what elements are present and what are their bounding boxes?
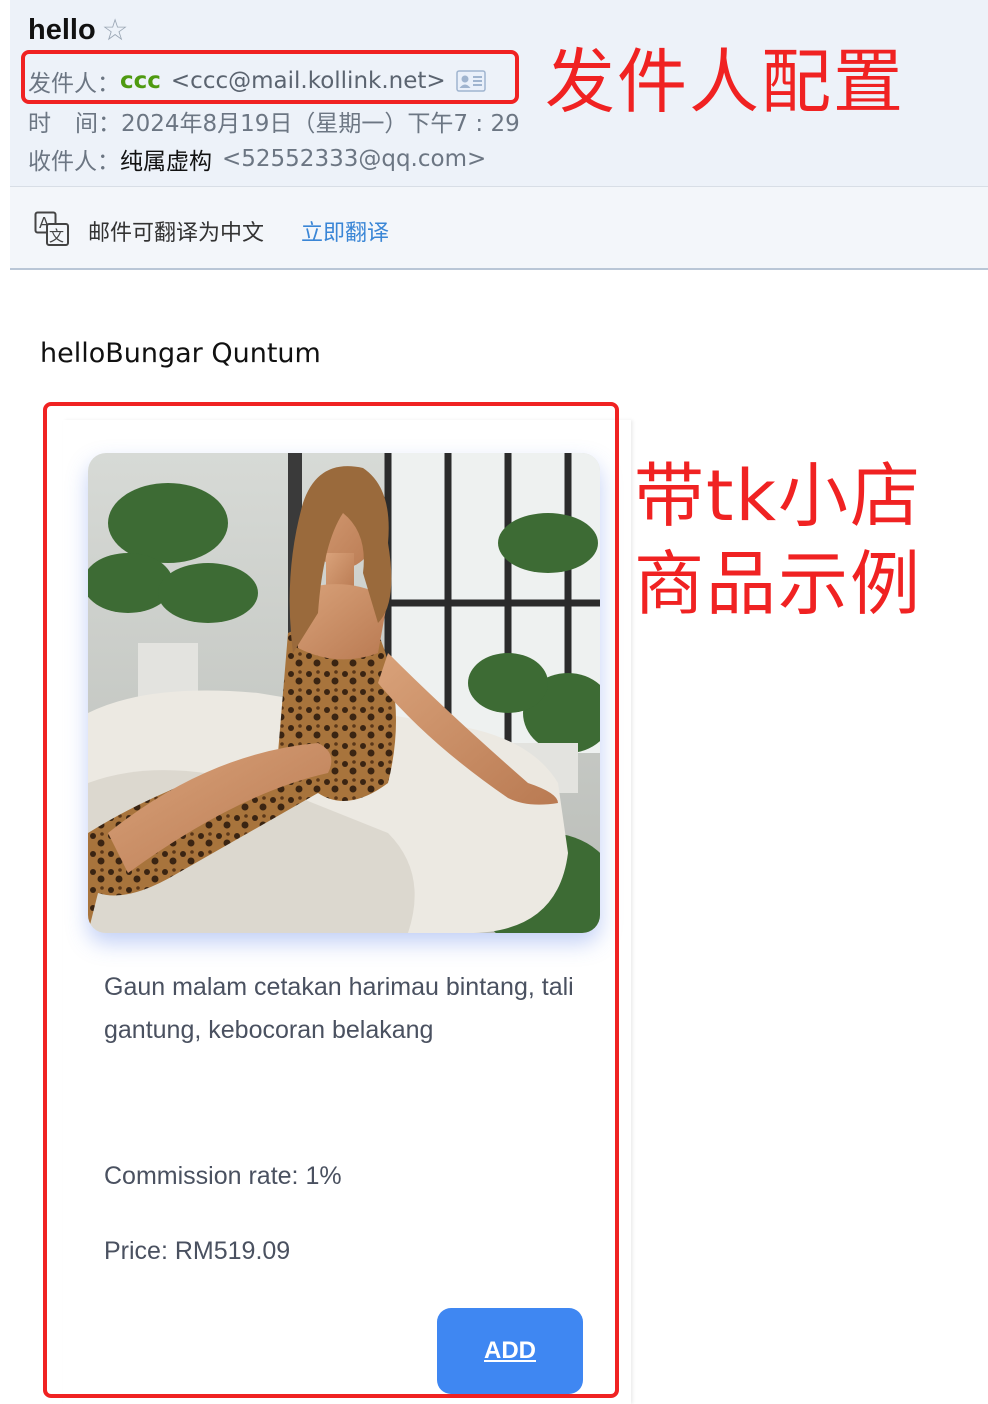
subject-row: hello ☆	[28, 14, 129, 47]
product-annotation-label: 带tk小店 商品示例	[634, 452, 922, 628]
time-value: 2024年8月19日（星期一）下午7 : 29	[121, 111, 520, 137]
sender-annotation-box	[21, 50, 519, 104]
svg-text:文: 文	[49, 227, 64, 245]
translate-hint: 邮件可翻译为中文	[88, 221, 265, 246]
recipient-label: 收件人：	[28, 149, 120, 175]
greeting-text: helloBungar Quntum	[40, 338, 321, 369]
product-annotation-line1: 带tk小店	[634, 455, 922, 537]
product-annotation-box	[43, 402, 619, 1398]
mail-subject: hello	[28, 14, 96, 46]
time-row: 时 间： 2024年8月19日（星期一）下午7 : 29	[28, 104, 520, 138]
translate-bar: A 文 邮件可翻译为中文 立即翻译	[10, 186, 988, 270]
recipient-address[interactable]: <52552333@qq.com>	[222, 146, 486, 172]
recipient-row: 收件人： 纯属虚构 <52552333@qq.com>	[28, 142, 486, 176]
product-annotation-line2: 商品示例	[634, 543, 922, 625]
translate-now-link[interactable]: 立即翻译	[301, 215, 389, 247]
time-label-1: 时	[28, 111, 51, 137]
recipient-name[interactable]: 纯属虚构	[120, 142, 212, 176]
time-label-2: 间：	[75, 111, 121, 137]
sender-annotation-label: 发件人配置	[545, 41, 905, 123]
translate-icon: A 文	[34, 211, 70, 251]
star-icon[interactable]: ☆	[102, 15, 129, 46]
